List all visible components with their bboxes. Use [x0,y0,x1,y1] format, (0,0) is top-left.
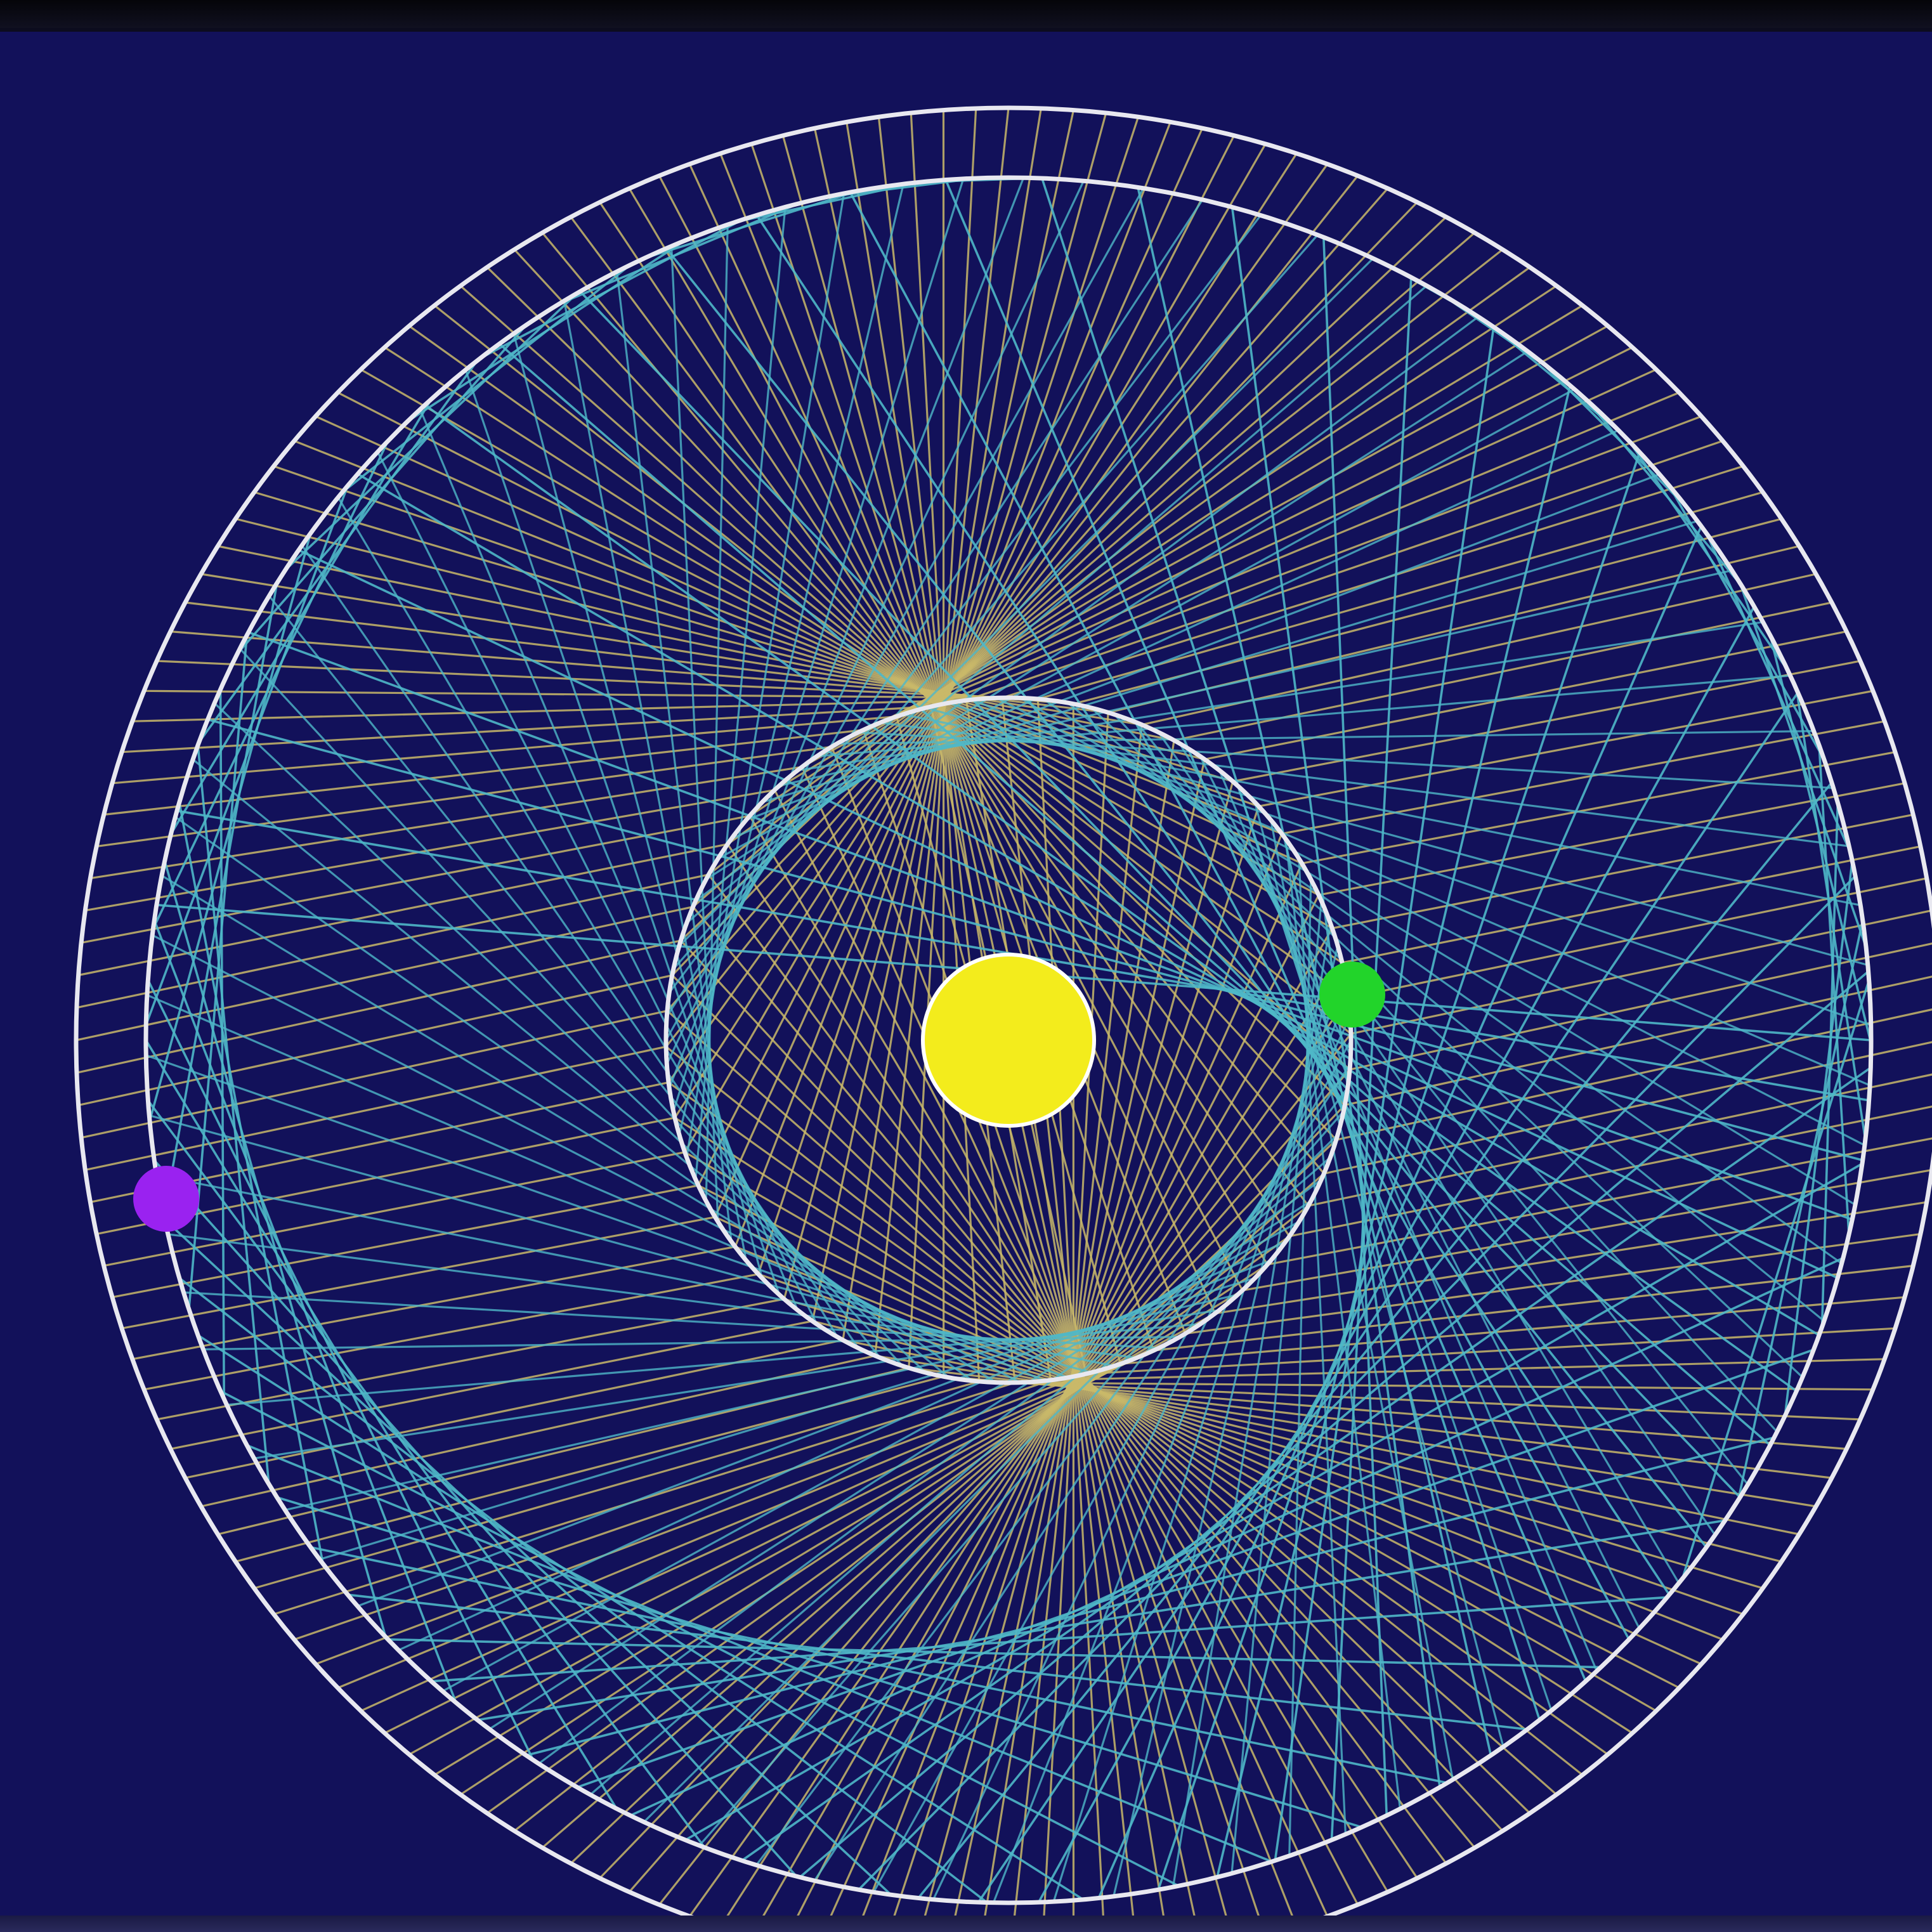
monitor-screen [0,0,1932,1932]
simulation-canvas[interactable] [0,0,1932,1932]
outer-planet [133,1166,199,1232]
sun [921,953,1096,1128]
bottom-bezel [0,1916,1932,1932]
inner-planet [1319,962,1385,1028]
